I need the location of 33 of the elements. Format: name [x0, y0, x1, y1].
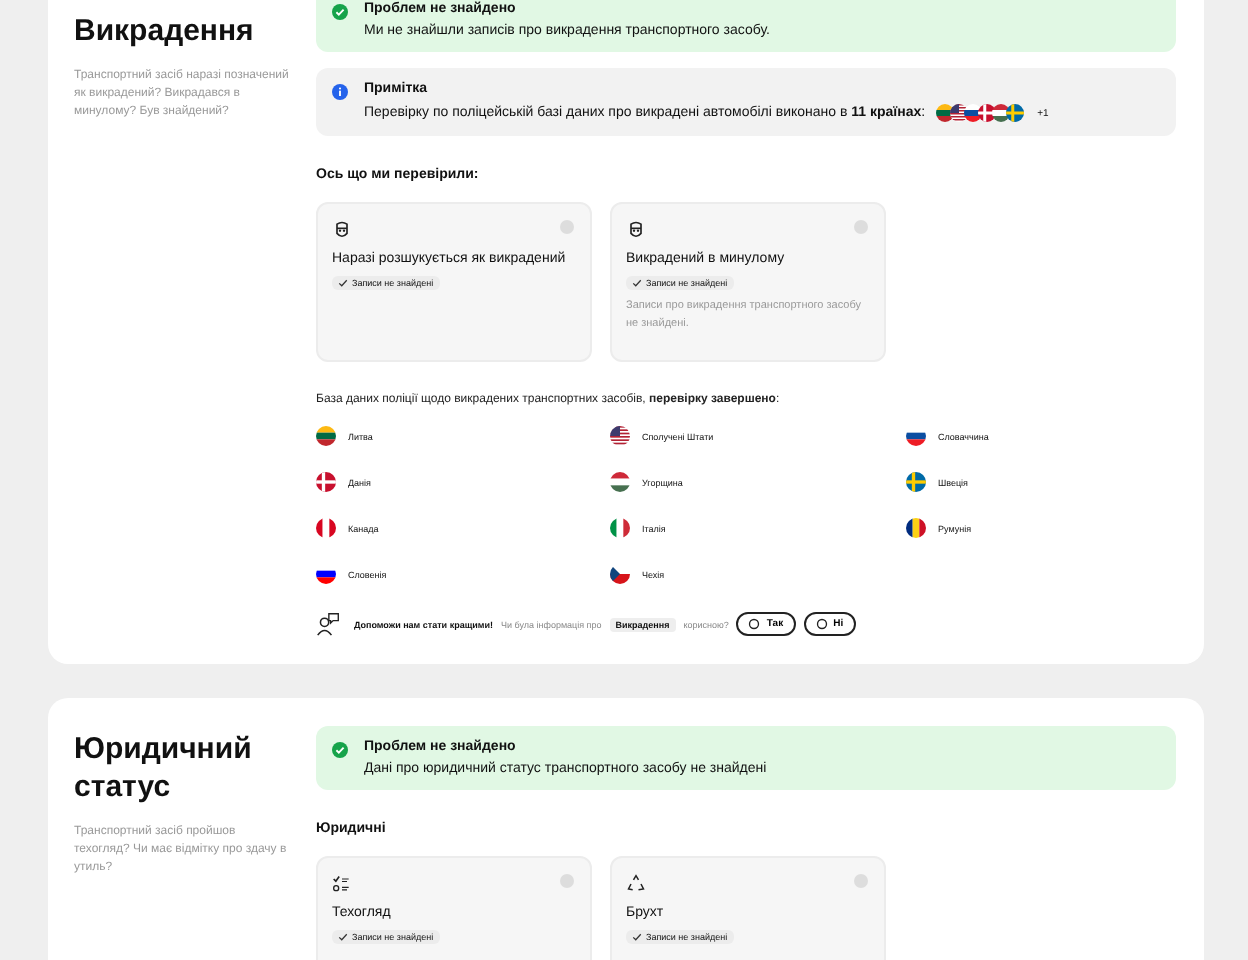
flag-icon [991, 104, 1010, 122]
check-circle-icon [332, 742, 348, 758]
check-icon [338, 932, 348, 942]
check-circle-icon [332, 4, 348, 20]
mask-icon [626, 220, 646, 240]
flag-icon [1005, 104, 1024, 122]
recycle-icon [626, 874, 646, 894]
flag-icon [906, 472, 926, 492]
checklist-icon [332, 874, 352, 894]
check-icon [338, 278, 348, 288]
flag-icon [316, 518, 336, 538]
status-dot-icon [854, 220, 868, 234]
check-icon [632, 278, 642, 288]
status-dot-icon [854, 874, 868, 888]
flag-icon [935, 104, 954, 122]
feedback-person-icon [316, 612, 340, 636]
flag-icon [610, 518, 630, 538]
check-icon [632, 932, 642, 942]
radio-icon [748, 618, 761, 630]
section-title: Юридичний статус [74, 730, 254, 806]
flag-icon [316, 472, 336, 492]
flag-icon [316, 426, 336, 446]
flag-icon [963, 104, 982, 122]
mask-icon [332, 220, 352, 240]
flag-icon [906, 518, 926, 538]
radio-icon [815, 618, 828, 630]
flag-icon [610, 564, 630, 584]
status-dot-icon [560, 874, 574, 888]
flag-icon [610, 472, 630, 492]
info-icon [332, 84, 348, 100]
flag-icon [610, 426, 630, 446]
status-dot-icon [560, 220, 574, 234]
section-title: Викрадення [74, 12, 256, 50]
